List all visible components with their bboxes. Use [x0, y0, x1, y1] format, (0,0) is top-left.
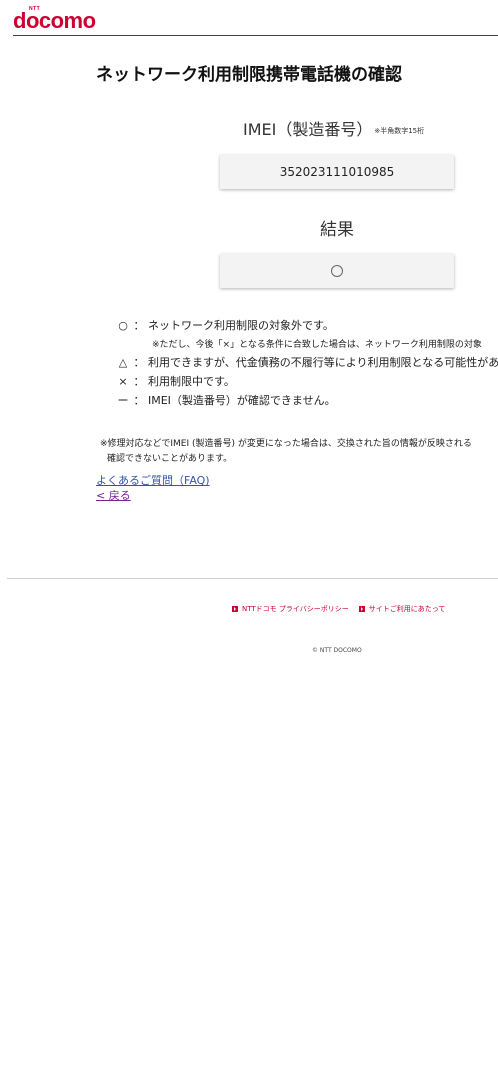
- legend-colon: ：: [133, 356, 145, 369]
- privacy-policy-label: NTTドコモ プライバシーポリシー: [242, 605, 349, 613]
- legend-row-circle: ○ ： ネットワーク利用制限の対象外です。: [116, 317, 334, 333]
- faq-link[interactable]: よくあるご質問（FAQ): [96, 472, 210, 488]
- copyright: © NTT DOCOMO: [312, 647, 362, 654]
- brand-name: docomo: [13, 8, 96, 33]
- dash-symbol: ー: [117, 394, 129, 407]
- cross-symbol: ×: [118, 374, 128, 388]
- result-label: 結果: [320, 220, 354, 240]
- privacy-policy-link[interactable]: NTTドコモ プライバシーポリシー: [232, 604, 349, 614]
- imei-value-box: 352023111010985: [220, 155, 454, 189]
- legend-colon: ：: [133, 394, 145, 407]
- footnote-line-1: ※修理対応などでIMEI (製造番号) が変更になった場合は、交換された旨の情報…: [100, 439, 472, 449]
- imei-note: ※半角数字15桁: [374, 126, 425, 135]
- imei-label-text: IMEI（製造番号）: [243, 120, 373, 139]
- circle-symbol: ○: [118, 318, 128, 332]
- arrow-right-icon: [232, 606, 238, 612]
- header-divider: [13, 35, 498, 36]
- legend-row-dash: ー ： IMEI（製造番号）が確認できません。: [116, 392, 336, 408]
- back-link[interactable]: < 戻る: [96, 487, 131, 503]
- imei-change-footnote: ※修理対応などでIMEI (製造番号) が変更になった場合は、交換された旨の情報…: [100, 437, 472, 467]
- circle-result-icon: [331, 265, 343, 277]
- legend-text: 利用制限中です。: [148, 375, 235, 388]
- legend-text: 利用できますが、代金債務の不履行等により利用制限となる可能性があ: [148, 356, 498, 369]
- site-terms-link[interactable]: サイトご利用にあたって: [358, 604, 446, 614]
- imei-value: 352023111010985: [279, 165, 395, 179]
- page-title: ネットワーク利用制限携帯電話機の確認: [96, 65, 402, 85]
- footnote-line-2: 確認できないことがあります。: [107, 454, 233, 464]
- imei-label: IMEI（製造番号） ※半角数字15桁: [243, 116, 424, 140]
- legend-row-triangle: △ ： 利用できますが、代金債務の不履行等により利用制限となる可能性があ: [116, 354, 498, 370]
- triangle-symbol: △: [118, 355, 128, 369]
- result-value-box: [220, 254, 454, 288]
- footer-divider: [7, 578, 498, 579]
- site-terms-label: サイトご利用にあたって: [368, 605, 446, 613]
- legend-colon: ：: [133, 375, 145, 388]
- arrow-right-icon: [358, 606, 365, 612]
- legend-text: ネットワーク利用制限の対象外です。: [148, 319, 334, 332]
- legend-row-cross: × ： 利用制限中です。: [116, 373, 235, 389]
- legend-subnote: ※ただし、今後「×」となる条件に合致した場合は、ネットワーク利用制限の対象: [152, 340, 482, 350]
- legend-colon: ：: [133, 319, 145, 332]
- legend-text: IMEI（製造番号）が確認できません。: [148, 394, 336, 407]
- footer-links: NTTドコモ プライバシーポリシー サイトご利用にあたって: [232, 604, 455, 614]
